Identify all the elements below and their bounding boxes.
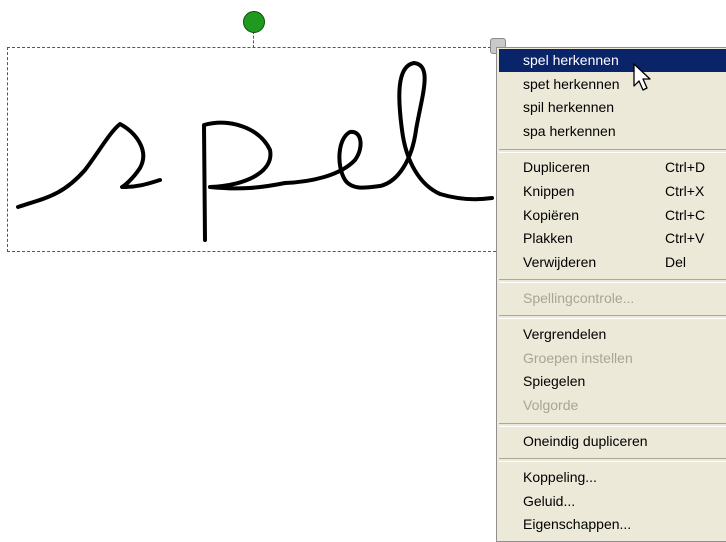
ink-stroke-p [202, 120, 287, 242]
menu-item-recognize-spil[interactable]: spil herkennen [499, 96, 726, 119]
menu-item-order[interactable]: Volgorde [499, 394, 726, 417]
context-menu: spel herkennen spet herkennen spil herke… [496, 47, 726, 542]
menu-item-lock[interactable]: Vergrendelen [499, 323, 726, 346]
menu-item-spellcheck[interactable]: Spellingcontrole... [499, 287, 726, 310]
menu-item-properties[interactable]: Eigenschappen... [499, 513, 726, 536]
ink-stroke-s [16, 122, 162, 209]
menu-separator [499, 458, 726, 462]
ink-stroke-e [283, 129, 382, 190]
menu-item-link[interactable]: Koppeling... [499, 466, 726, 489]
menu-separator [499, 315, 726, 319]
menu-item-cut[interactable]: Knippen Ctrl+X [499, 180, 726, 203]
menu-item-recognize-spet[interactable]: spet herkennen [499, 73, 726, 96]
menu-item-duplicate[interactable]: Dupliceren Ctrl+D [499, 156, 726, 179]
mouse-pointer-icon [633, 63, 651, 91]
menu-item-copy[interactable]: Kopiëren Ctrl+C [499, 204, 726, 227]
menu-item-sound[interactable]: Geluid... [499, 490, 726, 513]
menu-item-paste[interactable]: Plakken Ctrl+V [499, 227, 726, 250]
menu-item-delete[interactable]: Verwijderen Del [499, 251, 726, 274]
menu-item-flip[interactable]: Spiegelen [499, 370, 726, 393]
menu-item-recognize-spel[interactable]: spel herkennen [499, 49, 726, 72]
menu-item-recognize-spa[interactable]: spa herkennen [499, 120, 726, 143]
menu-separator [499, 423, 726, 427]
menu-separator [499, 149, 726, 153]
menu-item-infinite-clone[interactable]: Oneindig dupliceren [499, 430, 726, 453]
menu-item-grouping[interactable]: Groepen instellen [499, 347, 726, 370]
menu-separator [499, 279, 726, 283]
ink-stroke-l [378, 61, 494, 202]
